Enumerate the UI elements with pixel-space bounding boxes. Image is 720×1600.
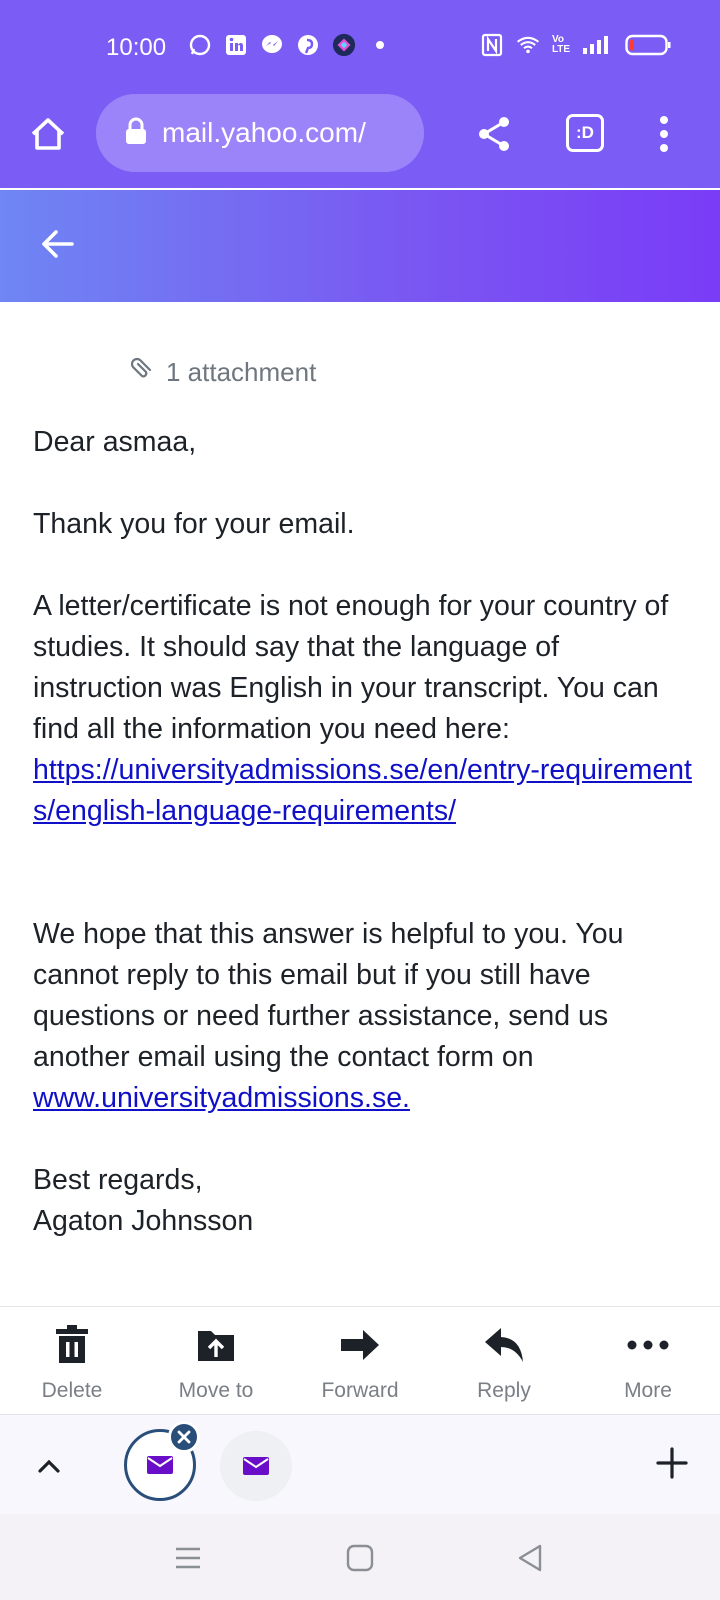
more-button[interactable]: More — [576, 1307, 720, 1414]
battery-icon — [624, 33, 672, 57]
paperclip-icon — [128, 356, 154, 389]
back-nav-button[interactable] — [512, 1540, 548, 1576]
move-to-button[interactable]: Move to — [144, 1307, 288, 1414]
email-body: Dear asmaa, Thank you for your email. A … — [33, 422, 693, 1242]
recents-button[interactable] — [170, 1540, 206, 1576]
status-time: 10:00 — [106, 34, 167, 61]
trash-icon — [50, 1325, 94, 1365]
browser-toolbar: mail.yahoo.com/ :D — [0, 92, 720, 188]
mail-icon — [243, 1457, 269, 1475]
more-horizontal-icon — [626, 1325, 670, 1365]
chevron-up-icon — [38, 1459, 60, 1473]
signal-icon — [582, 33, 612, 57]
url-text: mail.yahoo.com/ — [162, 117, 366, 148]
reply-button[interactable]: Reply — [432, 1307, 576, 1414]
paragraph-help-text: We hope that this answer is helpful to y… — [33, 918, 624, 1073]
reply-label: Reply — [477, 1379, 531, 1402]
lock-icon — [124, 117, 148, 150]
share-icon — [479, 117, 509, 151]
folder-move-icon — [194, 1325, 238, 1365]
forward-arrow-icon — [338, 1325, 382, 1365]
menu-lines-icon — [176, 1547, 200, 1569]
delete-button[interactable]: Delete — [0, 1307, 144, 1414]
messenger-icon — [260, 33, 284, 57]
more-label: More — [624, 1379, 672, 1402]
requirements-link[interactable]: https://universityadmissions.se/en/entry… — [33, 754, 692, 827]
app-icon — [332, 33, 356, 57]
delete-label: Delete — [41, 1379, 103, 1402]
address-bar[interactable]: mail.yahoo.com/ — [96, 94, 424, 172]
plus-icon — [656, 1447, 688, 1479]
mail-header — [0, 190, 720, 302]
overflow-menu-button[interactable] — [652, 114, 676, 154]
close-tab-button[interactable] — [168, 1421, 200, 1453]
whatsapp-icon — [188, 33, 212, 57]
move-to-label: Move to — [178, 1379, 254, 1402]
notification-icons — [188, 33, 392, 57]
message-action-bar: Delete Move to Forward Reply More — [0, 1306, 720, 1414]
inactive-tab[interactable] — [220, 1431, 292, 1501]
greeting: Dear asmaa, — [33, 426, 197, 458]
mail-icon — [147, 1456, 173, 1474]
system-navigation-bar — [0, 1514, 720, 1600]
paragraph-help: We hope that this answer is helpful to y… — [33, 914, 693, 1119]
home-button[interactable] — [28, 114, 68, 154]
home-nav-button[interactable] — [342, 1540, 378, 1576]
system-icons: Vo LTE — [480, 33, 672, 57]
square-icon — [346, 1544, 374, 1572]
close-icon — [177, 1430, 191, 1444]
linkedin-icon — [224, 33, 248, 57]
back-button[interactable] — [38, 224, 78, 264]
paragraph-requirements: A letter/certificate is not enough for y… — [33, 586, 693, 832]
status-bar: 10:00 Vo LTE — [0, 0, 720, 92]
paragraph-requirements-text: A letter/certificate is not enough for y… — [33, 590, 669, 745]
expand-tabs-button[interactable] — [34, 1451, 64, 1481]
reply-arrow-icon — [482, 1325, 526, 1365]
forward-button[interactable]: Forward — [288, 1307, 432, 1414]
nfc-icon — [480, 33, 504, 57]
website-link[interactable]: www.universityadmissions.se. — [33, 1082, 410, 1114]
new-tab-button[interactable] — [654, 1445, 690, 1481]
tabs-button[interactable]: :D — [566, 114, 604, 152]
forward-label: Forward — [321, 1379, 399, 1402]
more-vertical-icon — [660, 116, 668, 152]
browser-tab-strip — [0, 1414, 720, 1514]
thanks-line: Thank you for your email. — [33, 508, 355, 540]
pinterest-icon — [296, 33, 320, 57]
triangle-back-icon — [518, 1544, 542, 1572]
dot-icon — [368, 33, 392, 57]
share-button[interactable] — [474, 114, 514, 154]
volte-icon: Vo LTE — [551, 34, 571, 55]
wifi-icon — [516, 33, 540, 57]
home-icon — [31, 118, 65, 150]
closing: Best regards, — [33, 1164, 203, 1196]
signature: Agaton Johnsson — [33, 1205, 254, 1237]
attachment-row[interactable]: 1 attachment — [128, 356, 316, 389]
attachment-count: 1 attachment — [166, 357, 317, 387]
arrow-left-icon — [42, 230, 74, 258]
